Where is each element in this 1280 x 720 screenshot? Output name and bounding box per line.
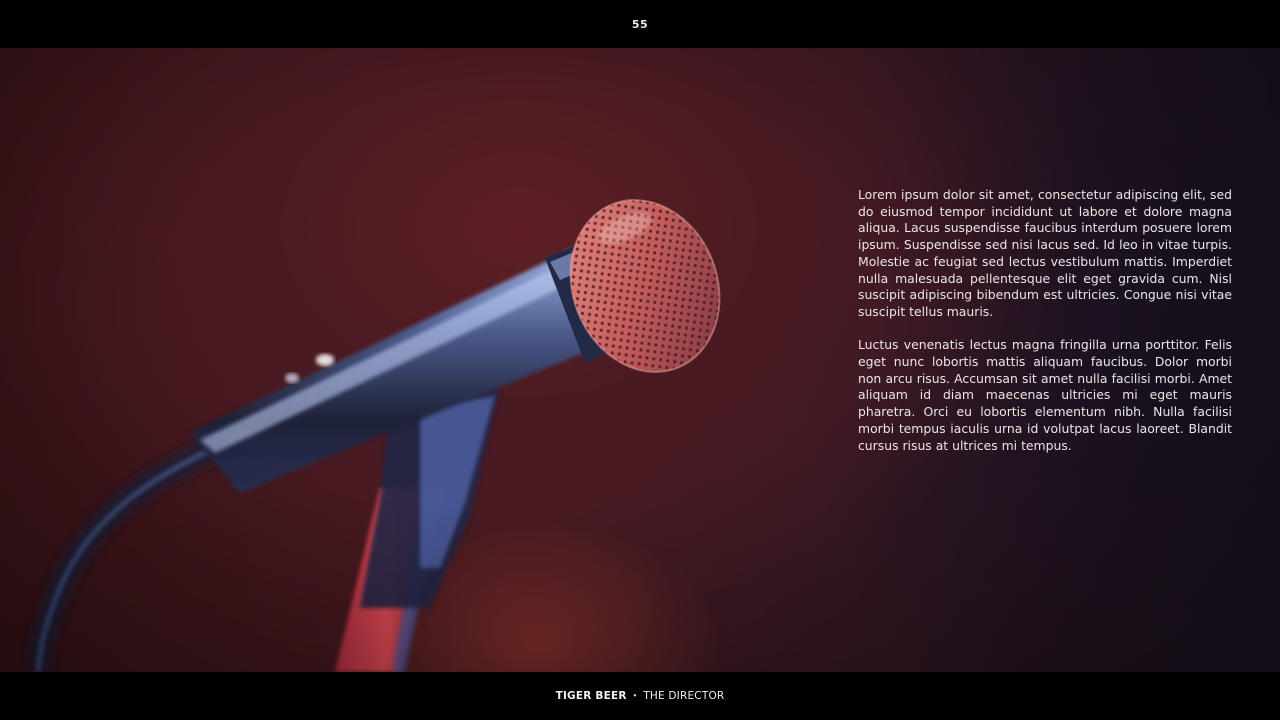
- body-text: Lorem ipsum dolor sit amet, consectetur …: [858, 187, 1232, 454]
- footer-section-title: THE DIRECTOR: [643, 690, 725, 702]
- footer-brand: TIGER BEER: [555, 690, 627, 702]
- paragraph-1: Lorem ipsum dolor sit amet, consectetur …: [858, 187, 1232, 319]
- page-number: 55: [631, 17, 649, 31]
- footer-separator: •: [632, 692, 638, 700]
- footer-bar: TIGER BEER • THE DIRECTOR: [0, 672, 1280, 720]
- paragraph-2: Luctus venenatis lectus magna fringilla …: [858, 337, 1232, 453]
- header-bar: 55: [0, 0, 1280, 48]
